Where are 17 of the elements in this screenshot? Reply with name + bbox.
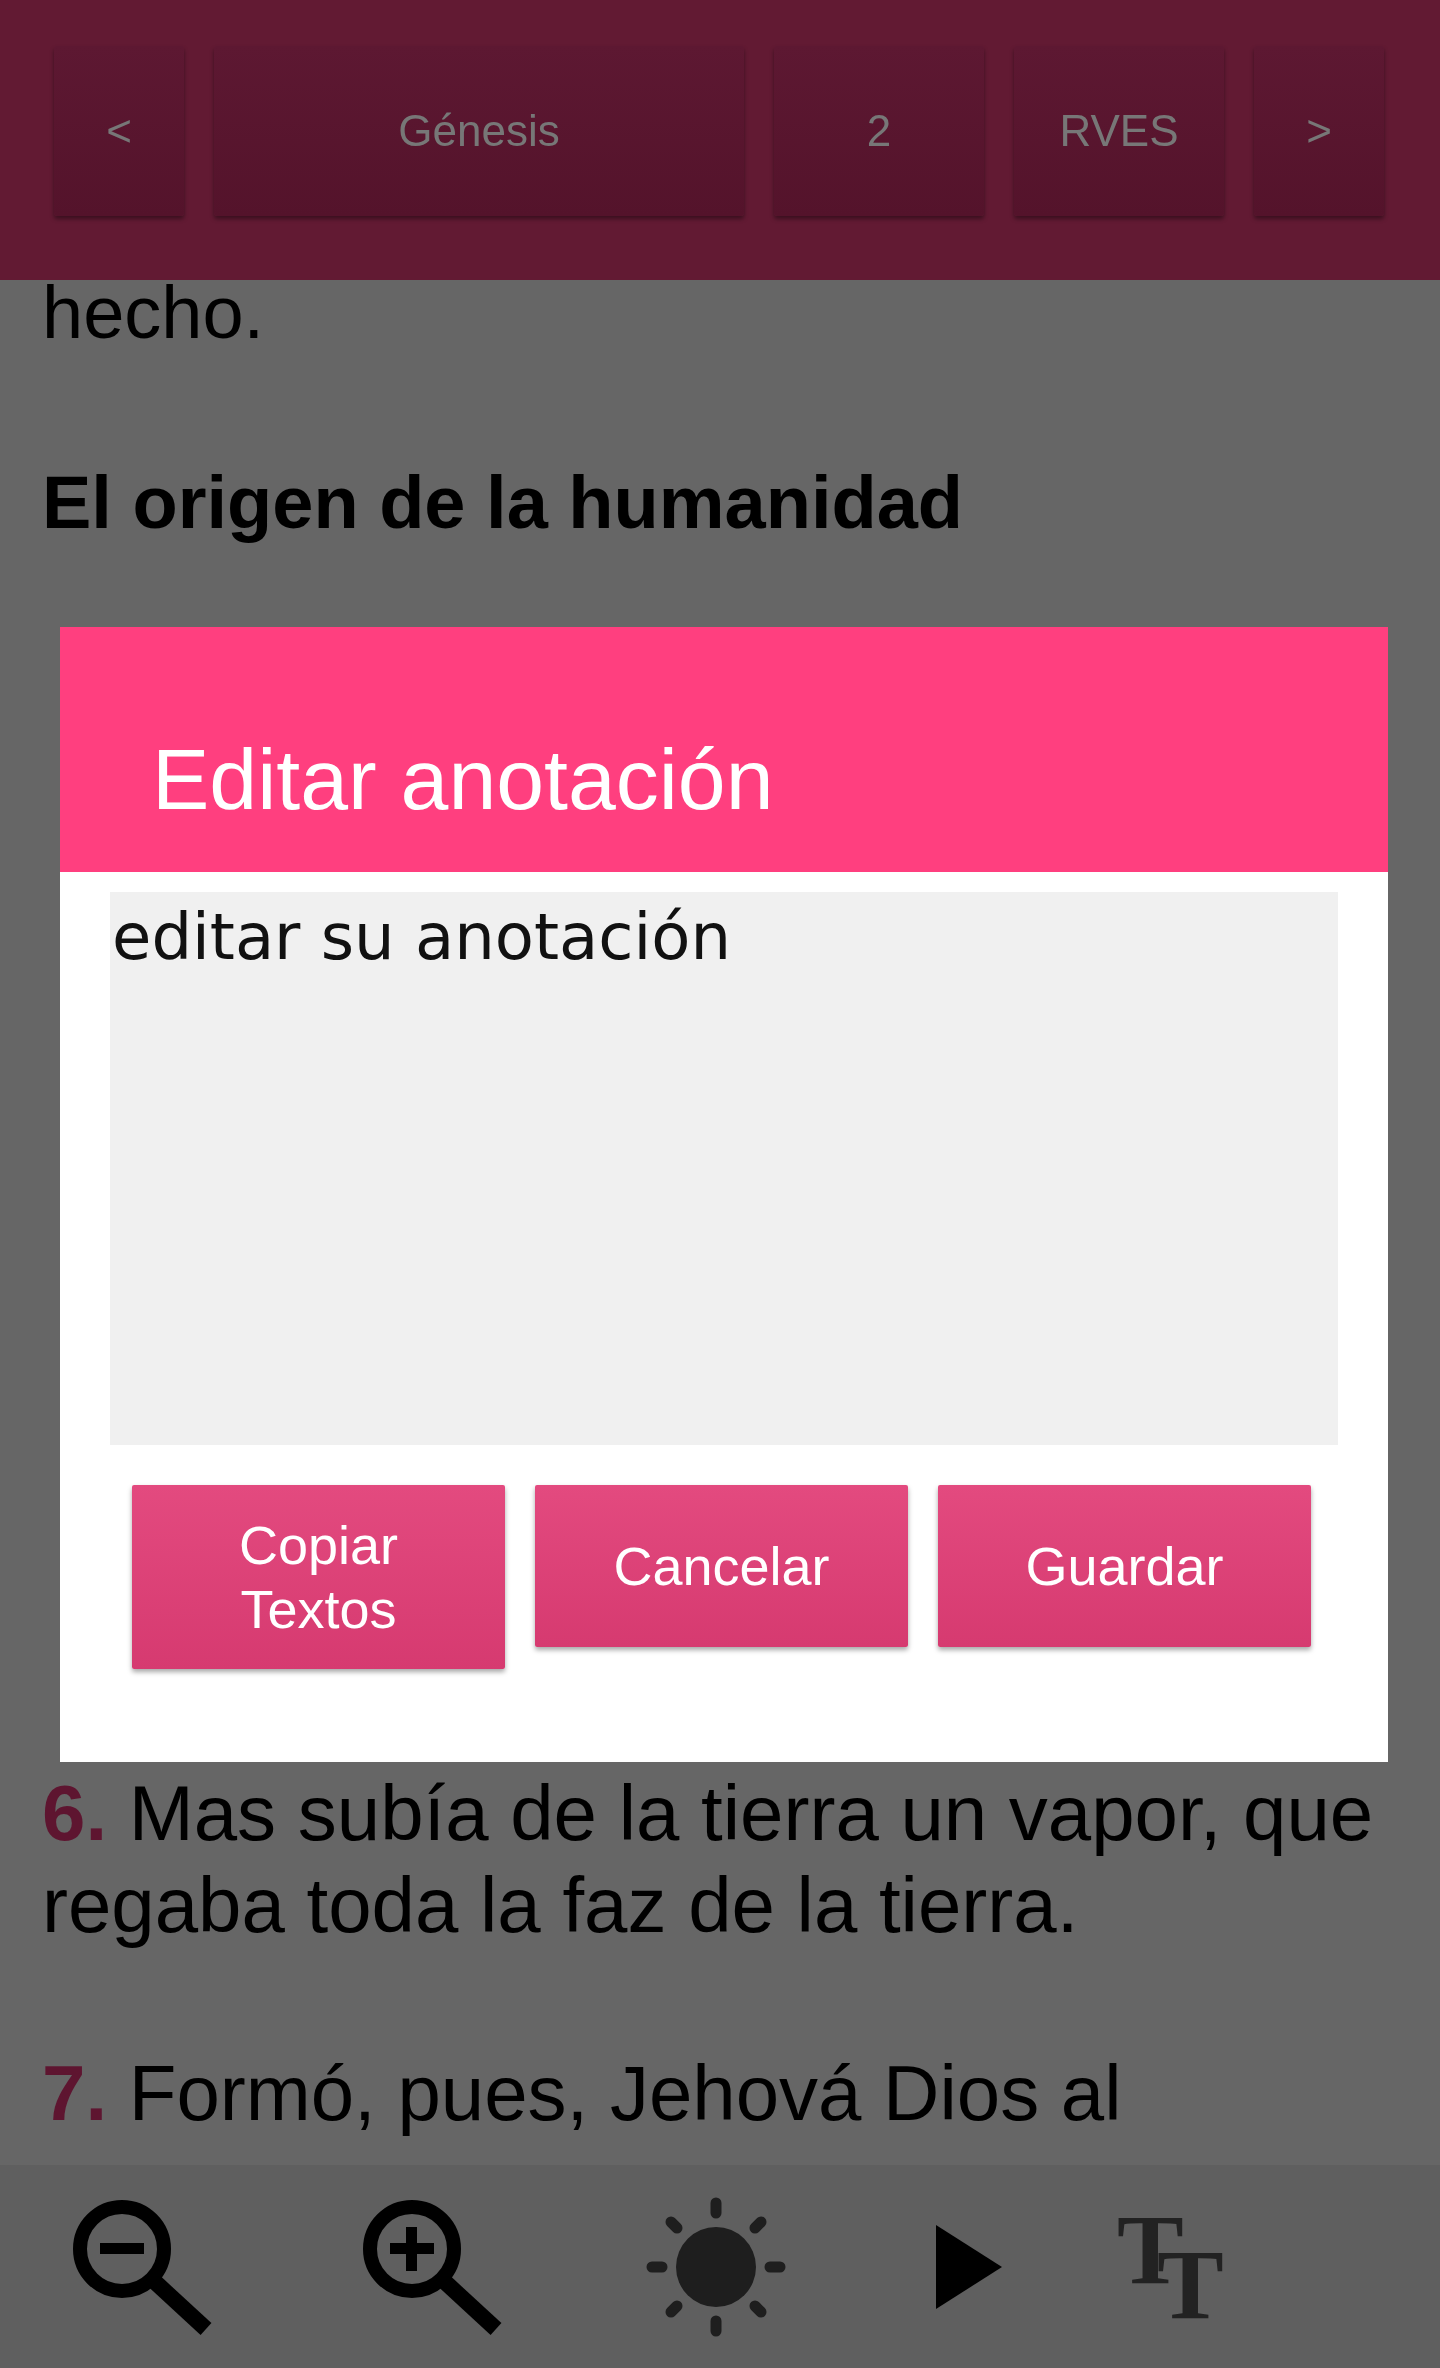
- version-button[interactable]: RVES: [1014, 46, 1224, 216]
- save-button[interactable]: Guardar: [938, 1485, 1311, 1647]
- brightness-icon[interactable]: [646, 2196, 786, 2337]
- section-heading: El origen de la humanidad: [42, 460, 965, 546]
- next-button[interactable]: >: [1254, 46, 1384, 216]
- dialog-title: Editar anotación: [60, 627, 1388, 872]
- verse-text: hecho.: [42, 270, 266, 356]
- verse-text: 6. Mas subía de la tierra un vapor, que regaba toda la faz de la tierra.: [42, 1768, 1375, 1951]
- chapter-button[interactable]: 2: [774, 46, 984, 216]
- book-button[interactable]: Génesis: [214, 46, 744, 216]
- copy-button[interactable]: Copiar Textos: [132, 1485, 505, 1669]
- cancel-button[interactable]: Cancelar: [535, 1485, 908, 1647]
- verse-text: 7. Formó, pues, Jehová Dios al: [42, 2048, 1123, 2139]
- text-size-icon[interactable]: TT: [1117, 2201, 1247, 2332]
- previous-button[interactable]: <: [54, 46, 184, 216]
- note-field[interactable]: editar su anotación: [110, 892, 1338, 1445]
- play-icon[interactable]: [936, 2224, 1002, 2309]
